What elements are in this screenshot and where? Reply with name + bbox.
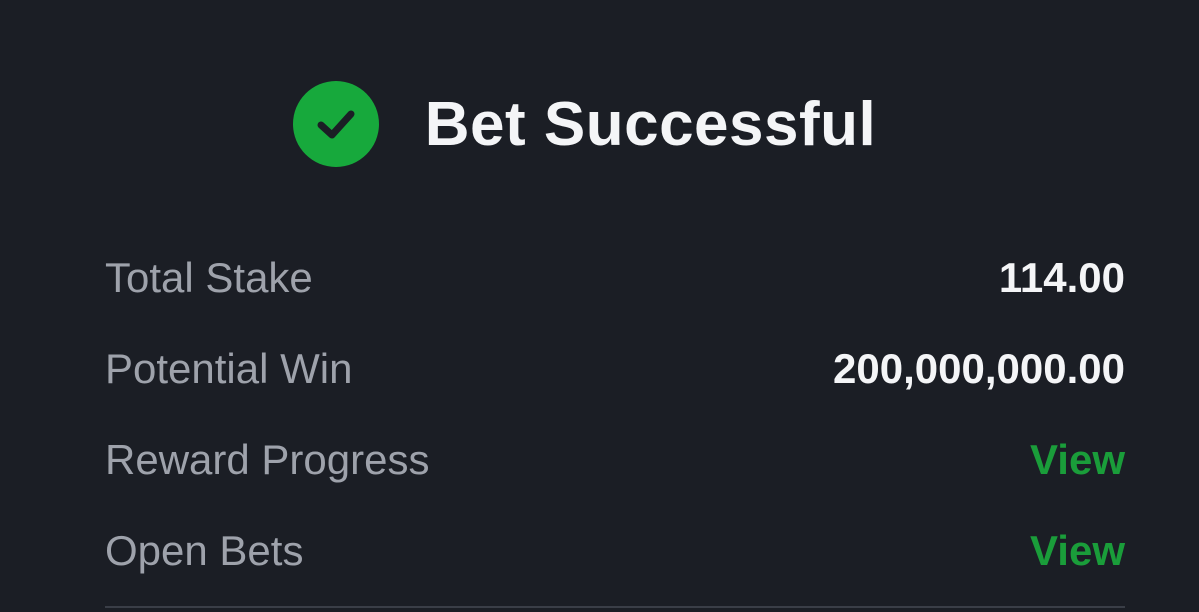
confirmation-header: Bet Successful (0, 80, 1199, 168)
check-circle-icon (292, 81, 379, 167)
reward-progress-row: Reward Progress View (105, 414, 1125, 505)
open-bets-row: Open Bets View (105, 505, 1125, 596)
divider (105, 606, 1125, 608)
open-bets-label: Open Bets (105, 526, 304, 574)
total-stake-label: Total Stake (105, 253, 313, 301)
reward-progress-label: Reward Progress (105, 435, 430, 483)
bet-confirmation-panel: Bet Successful Total Stake 114.00 Potent… (0, 0, 1199, 612)
potential-win-row: Potential Win 200,000,000.00 (105, 323, 1125, 414)
bet-summary: Total Stake 114.00 Potential Win 200,000… (105, 232, 1125, 596)
total-stake-value: 114.00 (998, 253, 1125, 301)
checkmark-icon (317, 110, 355, 139)
open-bets-view-link[interactable]: View (1030, 527, 1125, 575)
reward-progress-view-link[interactable]: View (1030, 436, 1125, 484)
potential-win-value: 200,000,000.00 (833, 344, 1125, 392)
total-stake-row: Total Stake 114.00 (105, 232, 1125, 323)
potential-win-label: Potential Win (105, 344, 353, 392)
page-title: Bet Successful (424, 89, 877, 159)
